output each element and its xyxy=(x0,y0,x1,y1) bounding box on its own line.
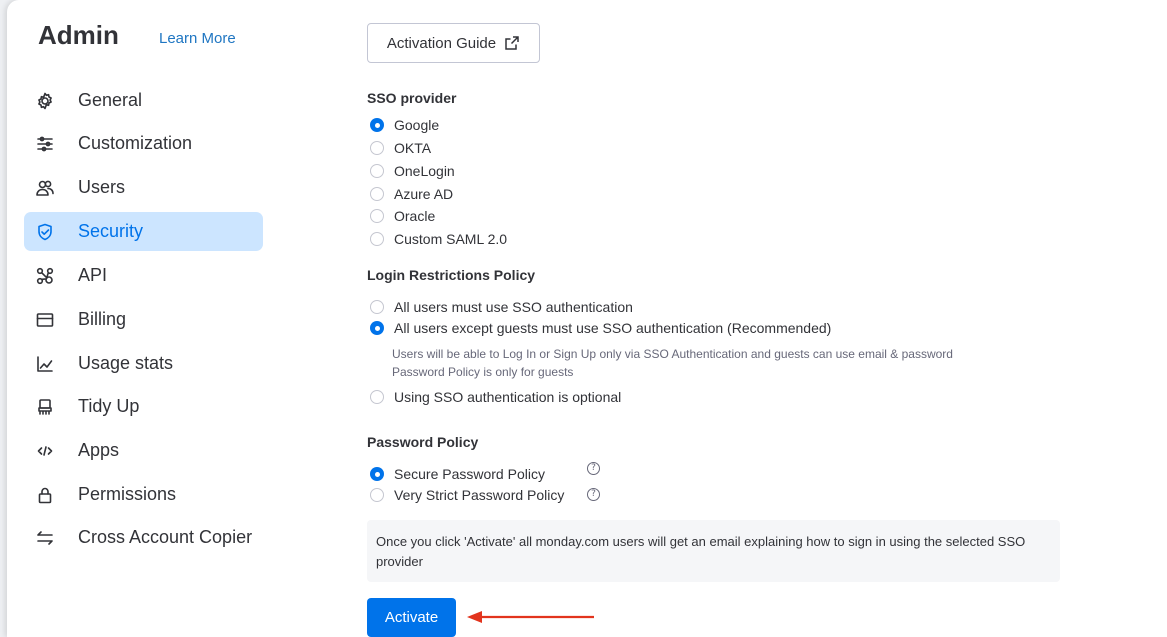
sidebar-item-label: Apps xyxy=(78,440,120,460)
activation-info-text: Once you click 'Activate' all monday.com… xyxy=(376,534,1026,569)
sidebar-item-billing[interactable]: Billing xyxy=(24,300,263,339)
sidebar-item-label: API xyxy=(78,265,108,285)
radio-label: OneLogin xyxy=(394,163,455,179)
chart-icon xyxy=(34,353,56,375)
radio-button[interactable] xyxy=(370,488,384,502)
sidebar-item-users[interactable]: Users xyxy=(24,168,263,207)
password-option-secure[interactable]: Secure Password Policy xyxy=(370,466,545,482)
radio-button[interactable] xyxy=(370,232,384,246)
page-title: Admin xyxy=(38,20,119,50)
note-line: Users will be able to Log In or Sign Up … xyxy=(392,347,953,361)
radio-button[interactable] xyxy=(370,209,384,223)
sidebar-item-label: Usage stats xyxy=(78,353,174,373)
gear-icon xyxy=(34,90,56,112)
red-arrow-icon xyxy=(467,611,594,623)
users-icon xyxy=(34,177,56,199)
sidebar-item-security[interactable]: Security xyxy=(24,212,263,251)
sidebar-item-label: Security xyxy=(78,221,144,241)
activation-info-box: Once you click 'Activate' all monday.com… xyxy=(367,520,1060,582)
admin-window: Admin Learn More General Customization U… xyxy=(7,0,1167,637)
radio-label: Oracle xyxy=(394,208,436,224)
transfer-icon xyxy=(34,527,56,549)
learn-more-link[interactable]: Learn More xyxy=(159,30,236,47)
radio-label: Using SSO authentication is optional xyxy=(394,389,622,405)
password-policy-heading: Password Policy xyxy=(367,434,479,450)
external-link-icon xyxy=(505,36,519,50)
sidebar-item-apps[interactable]: Apps xyxy=(24,431,263,470)
radio-button[interactable] xyxy=(370,300,384,314)
sidebar-item-api[interactable]: API xyxy=(24,256,263,295)
radio-button-checked[interactable] xyxy=(370,321,384,335)
sidebar-item-label: Users xyxy=(78,177,126,197)
radio-button[interactable] xyxy=(370,141,384,155)
radio-label: Secure Password Policy xyxy=(394,466,545,482)
sso-option-azure-ad[interactable]: Azure AD xyxy=(370,186,453,202)
sso-option-google[interactable]: Google xyxy=(370,117,439,133)
shield-icon xyxy=(34,221,56,243)
sso-option-okta[interactable]: OKTA xyxy=(370,140,431,156)
radio-label: Custom SAML 2.0 xyxy=(394,231,508,247)
sso-option-onelogin[interactable]: OneLogin xyxy=(370,163,455,179)
lock-icon xyxy=(34,484,56,506)
radio-button[interactable] xyxy=(370,187,384,201)
sidebar-item-tidy-up[interactable]: Tidy Up xyxy=(24,387,263,426)
login-policy-note: Users will be able to Log In or Sign Up … xyxy=(392,345,953,381)
api-icon xyxy=(34,265,56,287)
radio-label: OKTA xyxy=(394,140,432,156)
sso-option-custom-saml[interactable]: Custom SAML 2.0 xyxy=(370,231,507,247)
radio-button[interactable] xyxy=(370,390,384,404)
sidebar-item-general[interactable]: General xyxy=(24,81,263,120)
sso-provider-heading: SSO provider xyxy=(367,90,457,106)
sidebar-item-permissions[interactable]: Permissions xyxy=(24,475,263,514)
code-icon xyxy=(34,440,56,462)
radio-button-checked[interactable] xyxy=(370,467,384,481)
note-line: Password Policy is only for guests xyxy=(392,365,574,379)
sidebar-item-label: General xyxy=(78,90,143,110)
activate-label: Activate xyxy=(384,609,439,626)
radio-label: All users must use SSO authentication xyxy=(394,299,633,315)
sidebar-item-usage-stats[interactable]: Usage stats xyxy=(24,344,263,383)
sidebar-item-label: Tidy Up xyxy=(78,396,140,416)
activate-button[interactable]: Activate xyxy=(367,598,456,637)
credit-card-icon xyxy=(34,309,56,331)
sidebar: Admin Learn More General Customization U… xyxy=(7,0,282,637)
sidebar-item-label: Billing xyxy=(78,309,127,329)
activation-guide-button[interactable]: Activation Guide xyxy=(367,23,540,63)
radio-label: Azure AD xyxy=(394,186,454,202)
sidebar-item-label: Cross Account Copier xyxy=(78,527,253,547)
login-option-all-sso[interactable]: All users must use SSO authentication xyxy=(370,299,633,315)
sidebar-item-label: Customization xyxy=(78,133,193,153)
radio-button[interactable] xyxy=(370,164,384,178)
broom-icon xyxy=(34,396,56,418)
radio-label: Google xyxy=(394,117,440,133)
login-restrictions-heading: Login Restrictions Policy xyxy=(367,267,536,283)
sidebar-item-label: Permissions xyxy=(78,484,177,504)
sso-option-oracle[interactable]: Oracle xyxy=(370,208,435,224)
password-option-very-strict[interactable]: Very Strict Password Policy xyxy=(370,487,564,503)
radio-button-checked[interactable] xyxy=(370,118,384,132)
help-icon[interactable]: ? xyxy=(587,488,600,501)
login-option-except-guests[interactable]: All users except guests must use SSO aut… xyxy=(370,320,831,336)
activation-guide-label: Activation Guide xyxy=(386,34,497,52)
login-option-optional[interactable]: Using SSO authentication is optional xyxy=(370,389,621,405)
help-icon[interactable]: ? xyxy=(587,462,600,475)
radio-label: All users except guests must use SSO aut… xyxy=(394,320,832,336)
sidebar-item-cross-account-copier[interactable]: Cross Account Copier xyxy=(24,518,263,557)
sliders-icon xyxy=(34,133,56,155)
sidebar-item-customization[interactable]: Customization xyxy=(24,124,263,163)
radio-label: Very Strict Password Policy xyxy=(394,487,565,503)
